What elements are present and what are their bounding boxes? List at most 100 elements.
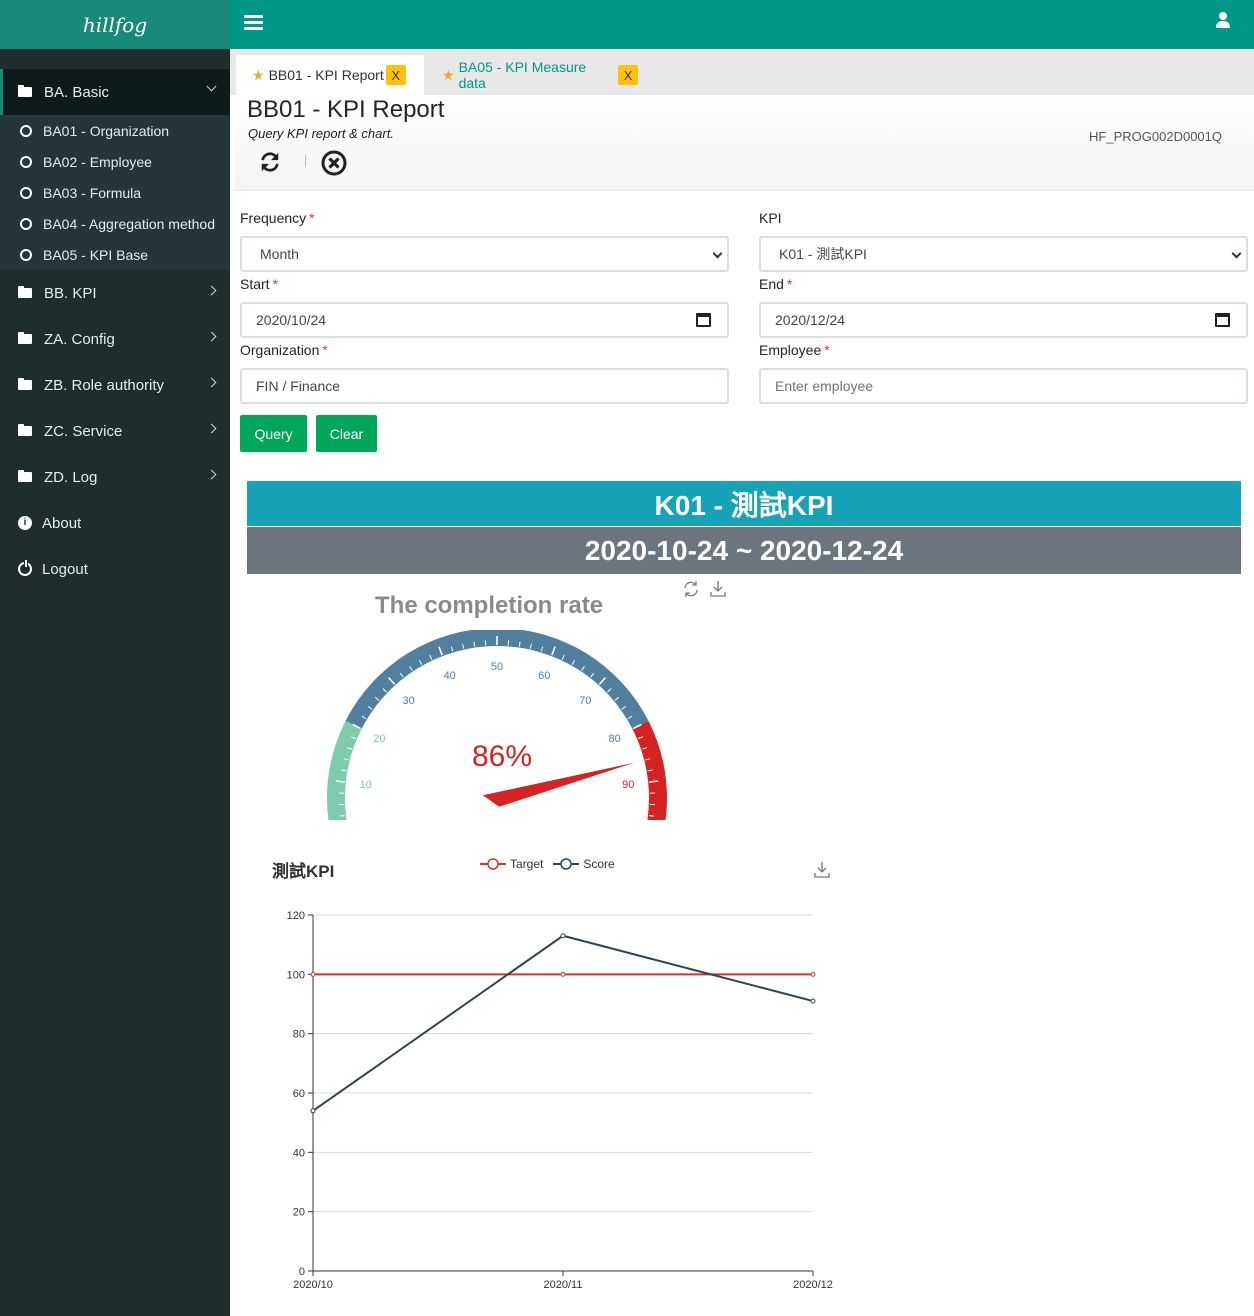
employee-input[interactable]: Enter employee — [759, 368, 1248, 404]
data-point-score[interactable] — [810, 998, 816, 1004]
sidebar-item-logout[interactable]: Logout — [0, 546, 230, 592]
submenu-ba-basic: BA01 - Organization BA02 - Employee BA03… — [0, 115, 230, 270]
sidebar-item-zb-role-authority[interactable]: ZB. Role authority — [0, 362, 230, 408]
tab-label: BA05 - KPI Measure data — [458, 59, 587, 91]
gauge-tick-label: 80 — [608, 733, 620, 745]
tab-bar: ★ BB01 - KPI Report X ★ BA05 - KPI Measu… — [230, 49, 1254, 95]
chevron-right-icon — [206, 331, 217, 342]
sidebar-item-label: About — [42, 514, 82, 532]
calendar-icon[interactable] — [1215, 313, 1230, 327]
top-navbar — [230, 0, 1254, 49]
folder-icon — [18, 332, 34, 346]
start-date-input[interactable]: 2020/10/24 — [240, 302, 729, 338]
tab-close-button[interactable]: X — [618, 65, 638, 85]
y-tick-label: 60 — [293, 1088, 305, 1100]
completion-rate-gauge: 0102030405060708090100 86% — [327, 630, 667, 820]
y-tick-label: 120 — [287, 910, 305, 922]
folder-icon — [18, 85, 34, 99]
sidebar-item-zd-log[interactable]: ZD. Log — [0, 454, 230, 500]
y-tick-label: 20 — [293, 1207, 305, 1219]
gauge-tick-label: 60 — [538, 670, 550, 682]
query-button[interactable]: Query — [240, 415, 307, 452]
program-id: HF_PROG002D0001Q — [1089, 129, 1222, 144]
line-chart-title: 測試KPI — [272, 862, 335, 881]
info-icon: i — [18, 516, 32, 530]
x-tick-label: 2020/11 — [544, 1279, 583, 1291]
data-point-target[interactable] — [810, 971, 816, 977]
legend-item-score[interactable]: Score — [553, 857, 615, 871]
sidebar-item-bb-kpi[interactable]: BB. KPI — [0, 270, 230, 316]
sidebar-item-label: ZA. Config — [44, 330, 115, 348]
gauge-tick — [649, 780, 659, 783]
toolbar-divider — [305, 155, 306, 167]
legend-score-marker — [553, 858, 580, 870]
data-point-target[interactable] — [560, 971, 566, 977]
clear-button[interactable]: Clear — [316, 415, 377, 452]
gauge-value: 86% — [472, 740, 532, 773]
circle-icon — [20, 186, 32, 199]
hamburger-menu-icon[interactable] — [244, 15, 263, 31]
calendar-icon[interactable] — [696, 313, 711, 327]
refresh-icon[interactable] — [259, 151, 281, 173]
sidebar-subitem-ba05[interactable]: BA05 - KPI Base — [0, 239, 230, 270]
sidebar-item-za-config[interactable]: ZA. Config — [0, 316, 230, 362]
sidebar-item-ba-basic[interactable]: BA. Basic — [0, 69, 230, 115]
gauge-tick — [648, 815, 655, 817]
date-range-banner: 2020-10-24 ~ 2020-12-24 — [247, 527, 1241, 574]
chart-legend: Target Score — [480, 857, 625, 871]
sidebar-item-label: ZD. Log — [44, 468, 98, 486]
sidebar-subitem-ba01[interactable]: BA01 - Organization — [0, 115, 230, 146]
y-tick-label: 100 — [287, 969, 305, 981]
gauge-tick-label: 40 — [444, 670, 456, 682]
page-title: BB01 - KPI Report — [247, 96, 445, 123]
tab-bb01-kpi-report[interactable]: ★ BB01 - KPI Report X — [236, 55, 424, 95]
brand-logo[interactable]: hillfog — [0, 0, 230, 49]
sidebar-item-label: ZC. Service — [44, 422, 123, 440]
download-icon[interactable] — [813, 861, 831, 879]
sidebar-item-label: BA. Basic — [44, 83, 110, 101]
gauge-tick-label: 70 — [579, 695, 591, 707]
gauge-tick-label: 20 — [373, 733, 385, 745]
user-icon[interactable] — [1216, 12, 1230, 28]
gauge-title: The completion rate — [375, 592, 604, 619]
tab-ba05-kpi-measure-data[interactable]: ★ BA05 - KPI Measure data X — [426, 55, 646, 95]
end-label: End * — [759, 276, 793, 292]
circle-icon — [20, 124, 32, 137]
kpi-line-chart: 0 20 40 60 80 100 120 2020/10 2020/11 2020/12 — [287, 910, 833, 1291]
chevron-down-icon — [206, 81, 217, 92]
chevron-right-icon — [206, 469, 217, 480]
chevron-right-icon — [206, 423, 217, 434]
folder-icon — [18, 424, 34, 438]
data-point-target[interactable] — [310, 971, 316, 977]
end-date-input[interactable]: 2020/12/24 — [759, 302, 1248, 338]
data-point-score[interactable] — [560, 933, 566, 939]
power-icon — [18, 560, 32, 576]
download-icon[interactable] — [709, 580, 727, 598]
restore-icon[interactable] — [682, 580, 700, 598]
frequency-label: Frequency * — [240, 210, 315, 226]
legend-label: Score — [583, 857, 615, 871]
close-circle-icon[interactable] — [321, 150, 347, 176]
chevron-down-icon — [1231, 248, 1242, 259]
data-point-score[interactable] — [310, 1108, 316, 1114]
kpi-select[interactable]: K01 - 測試KPI — [759, 236, 1248, 272]
sidebar-item-zc-service[interactable]: ZC. Service — [0, 408, 230, 454]
kpi-label: KPI — [759, 210, 782, 226]
frequency-select[interactable]: Month — [240, 236, 729, 272]
organization-label: Organization * — [240, 342, 328, 358]
legend-target-marker — [480, 858, 506, 870]
sidebar-item-about[interactable]: i About — [0, 500, 230, 546]
kpi-banner: K01 - 測試KPI — [247, 481, 1241, 526]
sidebar-subitem-ba02[interactable]: BA02 - Employee — [0, 146, 230, 177]
page-header: BB01 - KPI Report Query KPI report & cha… — [235, 95, 1254, 191]
tab-close-button[interactable]: X — [385, 65, 406, 85]
sidebar-item-label: BB. KPI — [44, 284, 97, 302]
employee-label: Employee * — [759, 342, 830, 358]
legend-label: Target — [510, 857, 544, 871]
x-tick-label: 2020/12 — [793, 1279, 833, 1291]
sidebar-subitem-ba04[interactable]: BA04 - Aggregation method — [0, 208, 230, 239]
organization-input[interactable]: FIN / Finance — [240, 368, 729, 404]
legend-item-target[interactable]: Target — [480, 857, 543, 871]
folder-icon — [18, 286, 34, 300]
sidebar-subitem-ba03[interactable]: BA03 - Formula — [0, 177, 230, 208]
